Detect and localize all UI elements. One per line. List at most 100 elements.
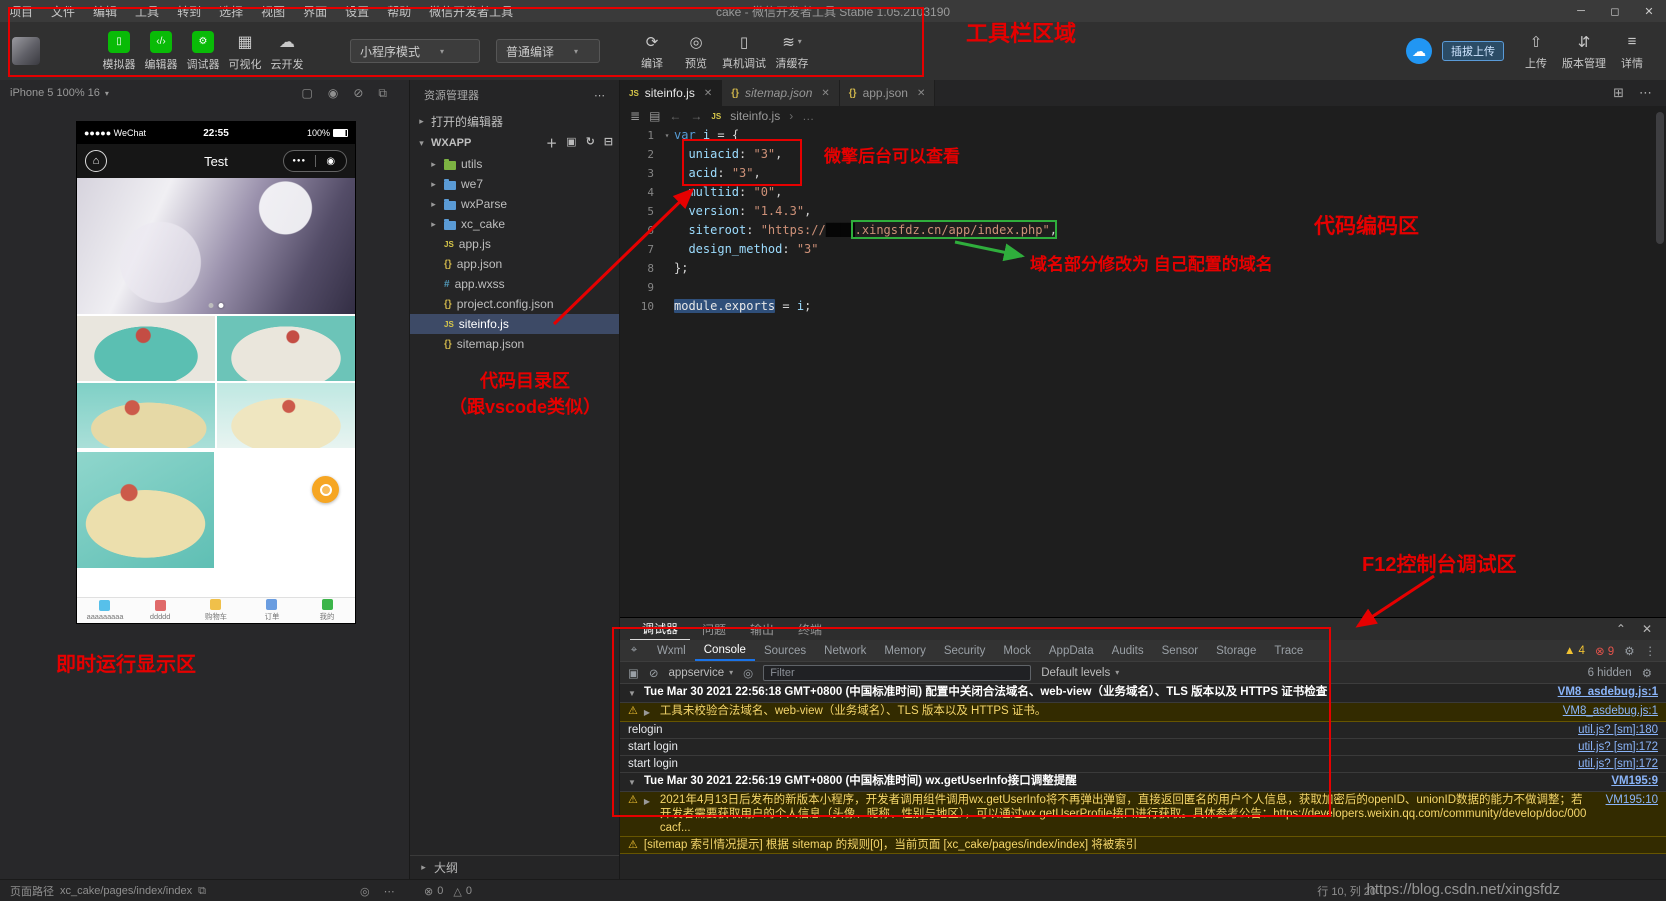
breadcrumb-file[interactable]: siteinfo.js [730, 109, 780, 123]
debugger-tab-2[interactable]: 输出 [738, 618, 786, 640]
file-siteinfo.js[interactable]: JS siteinfo.js [410, 314, 619, 334]
debugger-tab-3[interactable]: 终端 [786, 618, 834, 640]
file-wxParse[interactable]: ▸ wxParse [410, 194, 619, 214]
maximize-button[interactable]: ◻ [1598, 0, 1632, 22]
phone-tab-0[interactable]: aaaaaaaaa [77, 598, 133, 623]
devtools-tab-audits[interactable]: Audits [1103, 640, 1153, 661]
devtools-tab-network[interactable]: Network [815, 640, 875, 661]
more-icon[interactable]: ⋯ [594, 89, 605, 102]
close-icon[interactable]: ✕ [917, 88, 925, 99]
floating-action-button[interactable] [312, 476, 339, 503]
close-icon[interactable]: ✕ [821, 88, 829, 99]
file-app.json[interactable]: {} app.json [410, 254, 619, 274]
toolbar-action-preview[interactable]: ◎ 预览 [674, 32, 718, 71]
toolbar-toggle-simulator[interactable]: ▯ 模拟器 [98, 30, 140, 72]
mode-select[interactable]: 小程序模式 ▾ [350, 39, 480, 63]
devtools-tab-wxml[interactable]: Wxml [648, 640, 695, 661]
copy-icon[interactable]: ⧉ [198, 885, 206, 898]
detail-button[interactable]: ≡ 详情 [1610, 32, 1654, 71]
settings-gear-icon[interactable]: ⚙ [1642, 666, 1652, 680]
split-editor-icon[interactable]: ⊞ [1613, 85, 1624, 101]
file-xc_cake[interactable]: ▸ xc_cake [410, 214, 619, 234]
file-sitemap.json[interactable]: {} sitemap.json [410, 334, 619, 354]
upload-badge[interactable]: 插拔上传 [1442, 41, 1504, 61]
devtools-tab-storage[interactable]: Storage [1207, 640, 1265, 661]
project-section[interactable]: ▾ WXAPP ＋ ▣ ↻ ⊟ [410, 132, 619, 154]
page-path-item[interactable]: 页面路径 xc_cake/pages/index/index ⧉ [10, 880, 206, 901]
outline-section[interactable]: ▸ 大纲 [410, 855, 619, 879]
debugger-tab-0[interactable]: 调试器 [630, 618, 691, 640]
carousel-dot-active[interactable] [218, 303, 224, 308]
toolbar-toggle-visualizer[interactable]: ▦ 可视化 [224, 31, 266, 72]
refresh-icon[interactable]: ↻ [586, 135, 595, 151]
menu-item[interactable]: 编辑 [84, 0, 126, 22]
more-icon[interactable]: ⋯ [384, 885, 395, 898]
source-link[interactable]: VM8_asdebug.js:1 [1558, 685, 1658, 699]
minimize-capsule-icon[interactable]: ◉ [316, 156, 347, 167]
tab-app.json[interactable]: {} app.json ✕ [839, 80, 936, 106]
menu-item[interactable]: 项目 [0, 0, 42, 22]
toolbar-toggle-debugger[interactable]: ⚙ 调试器 [182, 30, 224, 72]
product-image[interactable] [217, 316, 355, 381]
error-count-badge[interactable]: ⊗ 9 [1595, 644, 1614, 658]
file-utils[interactable]: ▸ utils [410, 154, 619, 174]
product-image[interactable] [77, 316, 215, 381]
editor-scrollbar[interactable] [1656, 112, 1664, 244]
collapse-panel-icon[interactable]: ⌃ [1616, 622, 1626, 636]
console-filter-input[interactable] [763, 664, 1032, 681]
collapse-all-icon[interactable]: ⊟ [604, 135, 613, 151]
breadcrumb-more[interactable]: … [802, 109, 814, 123]
new-file-icon[interactable]: ＋ [546, 135, 557, 151]
close-button[interactable]: ✕ [1632, 0, 1666, 22]
log-levels-select[interactable]: Default levels ▾ [1041, 667, 1119, 679]
user-avatar[interactable] [12, 37, 40, 65]
inspect-element-icon[interactable]: ⌖ [620, 644, 648, 657]
carousel-dot[interactable] [208, 303, 214, 308]
product-image[interactable] [217, 383, 355, 448]
version-button[interactable]: ⇵ 版本管理 [1562, 32, 1606, 71]
bookmark-icon[interactable]: ▤ [649, 109, 660, 123]
banner-image[interactable] [77, 178, 355, 314]
devtools-tab-trace[interactable]: Trace [1265, 640, 1312, 661]
menu-item[interactable]: 文件 [42, 0, 84, 22]
source-link[interactable]: util.js? [sm]:172 [1578, 757, 1658, 771]
expand-icon[interactable]: ▼ [628, 774, 638, 790]
close-icon[interactable]: ✕ [704, 88, 712, 99]
expand-icon[interactable]: ▶ [644, 704, 654, 720]
clear-console-icon[interactable]: ⊘ [649, 666, 659, 680]
expand-icon[interactable]: ▼ [628, 685, 638, 701]
more-icon[interactable]: ●●● [284, 158, 315, 164]
eye-icon[interactable]: ◎ [743, 666, 753, 680]
source-link[interactable]: util.js? [sm]:180 [1578, 723, 1658, 737]
outline-icon[interactable]: ≣ [630, 109, 640, 123]
toolbar-action-compile[interactable]: ⟳ 编译 [630, 32, 674, 71]
more-icon[interactable]: ⋯ [1639, 85, 1652, 101]
console-messages[interactable]: ▼ Tue Mar 30 2021 22:56:18 GMT+0800 (中国标准… [620, 684, 1666, 879]
hidden-count-label[interactable]: 6 hidden [1588, 667, 1632, 679]
toolbar-toggle-editor[interactable]: ‹/› 编辑器 [140, 30, 182, 72]
phone-tab-1[interactable]: ddddd [133, 598, 189, 623]
menu-item[interactable]: 选择 [210, 0, 252, 22]
devtools-tab-sensor[interactable]: Sensor [1153, 640, 1207, 661]
phone-tab-4[interactable]: 我的 [299, 598, 355, 623]
menu-item[interactable]: 视图 [252, 0, 294, 22]
back-icon[interactable]: ← [669, 109, 681, 123]
devtools-tab-console[interactable]: Console [694, 640, 755, 661]
mute-icon[interactable]: ⊘ [353, 86, 363, 101]
warning-count-badge[interactable]: ▲ 4 [1564, 645, 1585, 657]
source-link[interactable]: util.js? [sm]:172 [1578, 740, 1658, 754]
toolbar-action-clear-cache[interactable]: ≋ ▾ 清缓存 [770, 32, 814, 71]
menu-item[interactable]: 工具 [126, 0, 168, 22]
wechat-capsule[interactable]: ●●● ◉ [283, 150, 347, 172]
fold-icon[interactable]: ▾ [660, 126, 674, 145]
phone-tab-3[interactable]: 订单 [244, 598, 300, 623]
menu-item[interactable]: 微信开发者工具 [420, 0, 522, 22]
toolbar-toggle-cloud-dev[interactable]: ☁ 云开发 [266, 31, 308, 72]
settings-gear-icon[interactable]: ⚙ [1624, 644, 1634, 658]
cloud-sync-icon[interactable]: ☁ [1406, 38, 1432, 64]
devtools-tab-memory[interactable]: Memory [875, 640, 935, 661]
console-sidebar-icon[interactable]: ▣ [628, 666, 639, 680]
file-project.config.json[interactable]: {} project.config.json [410, 294, 619, 314]
file-app.js[interactable]: JS app.js [410, 234, 619, 254]
tab-siteinfo.js[interactable]: JS siteinfo.js ✕ [620, 80, 723, 106]
